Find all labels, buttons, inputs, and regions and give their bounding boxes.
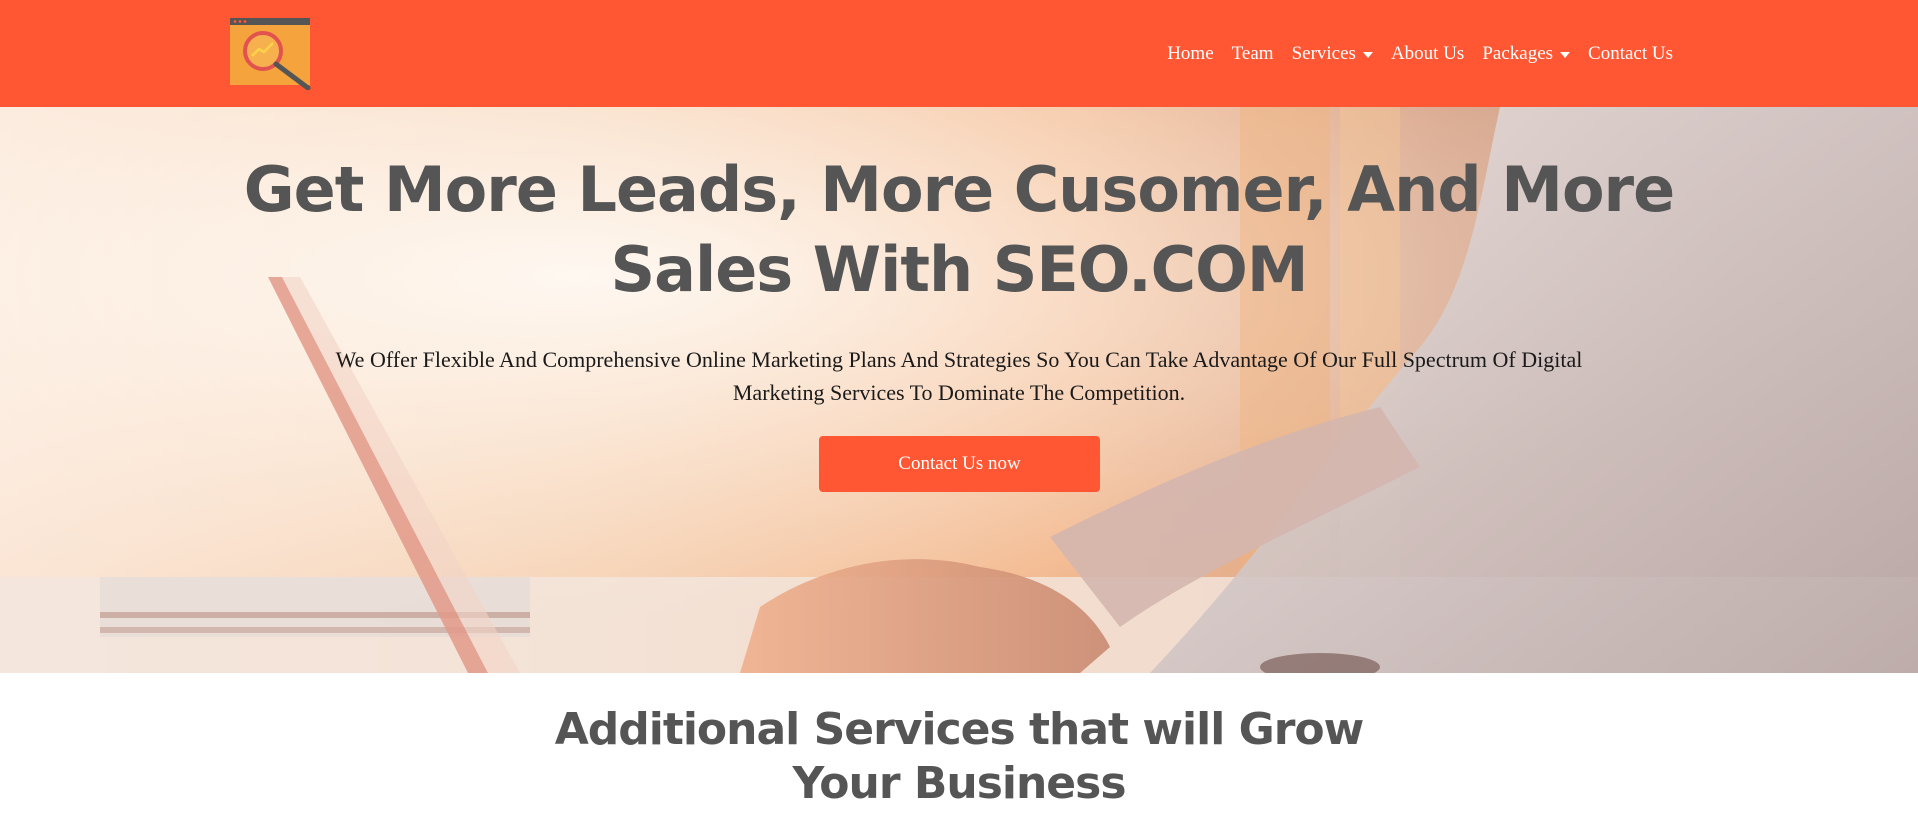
- nav-item-label: Home: [1167, 42, 1214, 64]
- nav-item-packages-dropdown[interactable]: Packages: [1473, 43, 1579, 65]
- hero-subtitle-line: We Offer Flexible And Comprehensive Onli…: [335, 347, 1583, 372]
- hero-title: Get More Leads, More Cusomer, And More S…: [0, 150, 1918, 310]
- section-title-line: Your Business: [792, 758, 1126, 809]
- contact-us-now-button[interactable]: Contact Us now: [819, 436, 1100, 492]
- section-title-line: Additional Services that will Grow: [554, 704, 1365, 755]
- nav-item-label: Services: [1291, 42, 1356, 64]
- caret-down-icon: [1362, 51, 1373, 58]
- hero-title-line: Get More Leads, More Cusomer, And More: [243, 153, 1675, 226]
- top-navbar: Home Team Services About Us Packages Con…: [0, 0, 1918, 107]
- nav-item-team[interactable]: Team: [1223, 43, 1283, 65]
- hero-subtitle: We Offer Flexible And Comprehensive Onli…: [200, 343, 1718, 409]
- nav-item-label: Team: [1231, 42, 1274, 64]
- additional-services-title: Additional Services that will Grow Your …: [0, 703, 1918, 811]
- nav-item-contact-us[interactable]: Contact Us: [1579, 43, 1682, 65]
- nav-item-label: Packages: [1482, 42, 1554, 64]
- caret-down-icon: [1560, 51, 1571, 58]
- hero-section: Get More Leads, More Cusomer, And More S…: [0, 107, 1918, 673]
- seo-magnifier-logo-icon[interactable]: [230, 18, 312, 90]
- nav-item-label: About Us: [1390, 42, 1465, 64]
- nav-item-label: Contact Us: [1588, 42, 1673, 64]
- nav-item-about-us[interactable]: About Us: [1382, 43, 1473, 65]
- hero-title-line: Sales With SEO.COM: [610, 233, 1308, 306]
- nav-item-home[interactable]: Home: [1158, 43, 1222, 65]
- nav-item-services-dropdown[interactable]: Services: [1283, 43, 1382, 65]
- main-nav: Home Team Services About Us Packages Con…: [1158, 0, 1682, 107]
- hero-subtitle-line: Marketing Services To Dominate The Compe…: [732, 380, 1186, 405]
